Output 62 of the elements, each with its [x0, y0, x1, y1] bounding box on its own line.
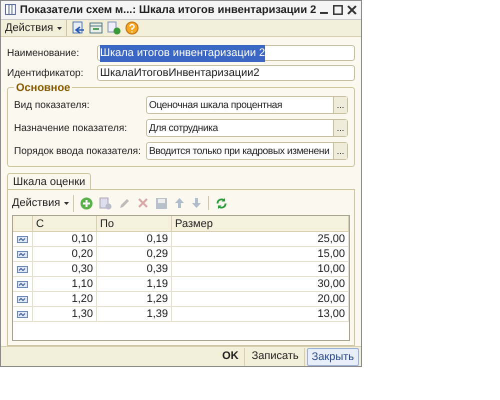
table-cell: 1,29 — [97, 292, 172, 306]
table-cell: 1,30 — [33, 307, 97, 322]
table-cell: 1,39 — [97, 307, 172, 322]
refresh-icon[interactable] — [215, 196, 228, 210]
save-icon[interactable] — [155, 196, 168, 210]
field-label: Порядок ввода показателя: — [14, 144, 142, 159]
select-button[interactable]: ... — [333, 143, 347, 160]
input-field[interactable]: Вводится только при кадровых изменени ... — [146, 142, 348, 160]
table-cell: 25,00 — [172, 232, 349, 246]
footer-button[interactable]: Закрыть — [306, 348, 359, 366]
maximize-icon[interactable] — [333, 4, 344, 15]
column-header: Размер — [172, 216, 349, 232]
input-field[interactable]: Шкала итогов инвентаризации 2 — [97, 45, 355, 62]
table-cell: 13,00 — [172, 307, 349, 322]
column-header: С — [33, 216, 97, 232]
table-cell: 0,20 — [33, 247, 97, 262]
field-label: Идентификатор: — [7, 66, 84, 81]
footer-button[interactable]: Записать — [246, 348, 305, 366]
table-cell: 1,10 — [33, 277, 97, 292]
field-label: Вид показателя: — [14, 98, 91, 113]
table-icon — [5, 4, 16, 16]
pencil-icon[interactable] — [118, 196, 132, 210]
footer-button[interactable]: OK — [217, 348, 245, 366]
field-label: Наименование: — [7, 46, 80, 61]
select-button[interactable]: ... — [333, 97, 347, 114]
actions-menu[interactable]: Действия — [12, 195, 74, 212]
copy-add-icon[interactable] — [107, 21, 122, 36]
table-cell: 30,00 — [172, 277, 349, 292]
table-cell: 0,30 — [33, 262, 97, 276]
input-field[interactable]: Для сотрудника ... — [146, 119, 348, 138]
table-cell: 1,20 — [33, 292, 97, 306]
table-cell: 0,10 — [33, 232, 97, 246]
select-button[interactable]: ... — [333, 120, 347, 136]
table-cell: 1,19 — [97, 277, 172, 292]
row-icon — [17, 236, 28, 243]
tab[interactable]: Шкала оценки — [7, 173, 92, 190]
table-cell: 20,00 — [172, 292, 349, 306]
caret-icon[interactable] — [64, 202, 70, 205]
row-icon — [17, 310, 28, 318]
copy-icon[interactable] — [99, 196, 112, 210]
close-icon[interactable] — [347, 4, 357, 15]
table-cell: 0,19 — [97, 232, 172, 246]
caret-icon[interactable] — [57, 26, 62, 30]
arrow-down-icon[interactable] — [191, 197, 202, 210]
add-icon[interactable] — [80, 196, 94, 210]
row-icon — [17, 250, 28, 258]
row-icon — [17, 266, 28, 273]
row-icon — [17, 296, 28, 303]
table-cell: 10,00 — [172, 262, 349, 276]
row-icon — [17, 280, 28, 288]
input-field[interactable]: ШкалаИтоговИнвентаризации2 — [97, 65, 355, 82]
arrow-up-icon[interactable] — [174, 197, 186, 210]
help-icon[interactable] — [125, 21, 140, 36]
column-header: По — [97, 216, 172, 232]
table-cell: 0,29 — [97, 247, 172, 262]
input-field[interactable]: Оценочная шкала процентная ... — [146, 96, 348, 114]
field-label: Назначение показателя: — [14, 122, 128, 136]
table-cell: 15,00 — [172, 247, 349, 262]
table-cell: 0,39 — [97, 262, 172, 276]
actions-menu[interactable]: Действия — [5, 20, 68, 36]
delete-icon[interactable] — [137, 197, 150, 210]
window-title: Показатели схем м...: Шкала итогов инвентаризации 2 — [20, 2, 316, 18]
